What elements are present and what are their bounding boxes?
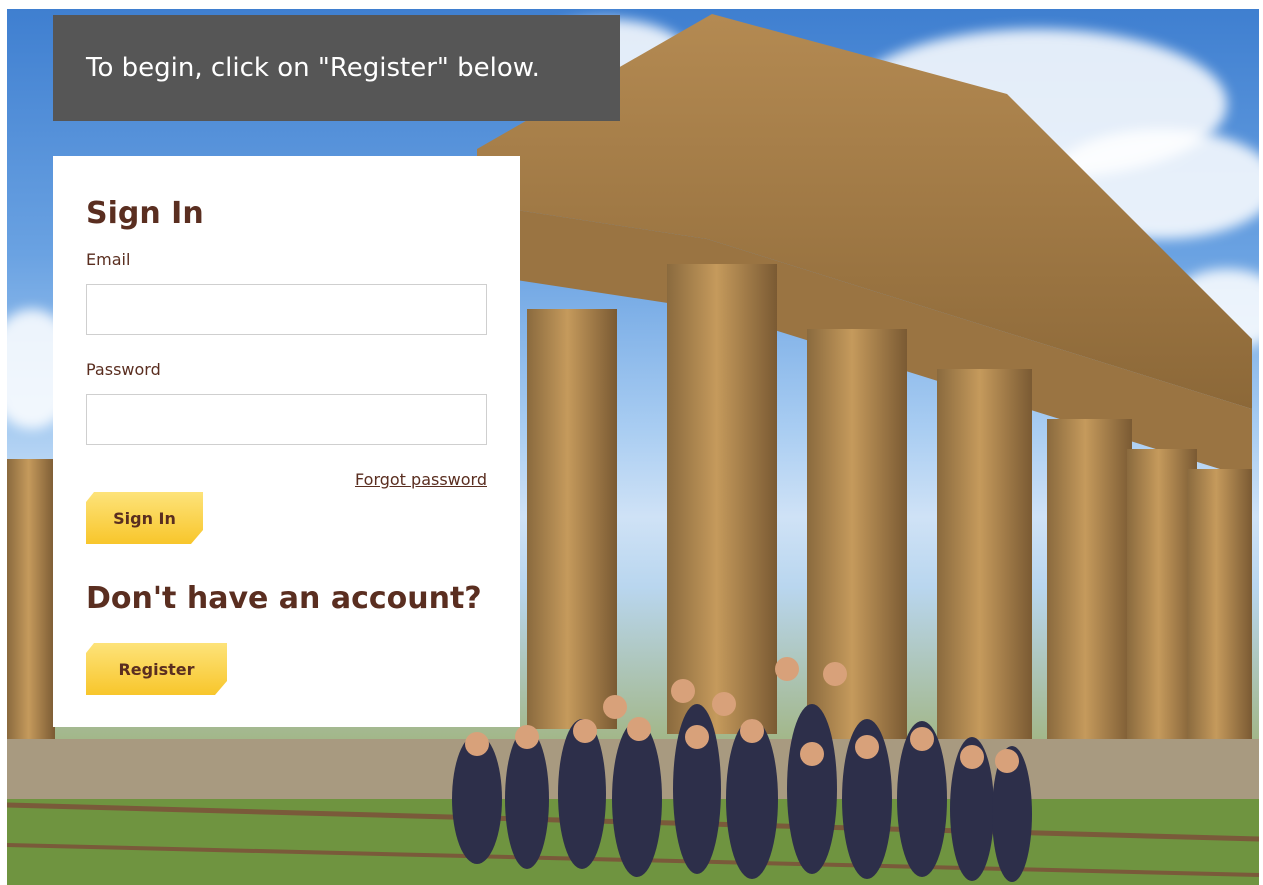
email-field[interactable] xyxy=(86,284,487,335)
forgot-password-link[interactable]: Forgot password xyxy=(355,470,487,489)
sign-in-panel: Sign In Email Password Forgot password S… xyxy=(53,156,520,727)
no-account-heading: Don't have an account? xyxy=(86,581,482,616)
instruction-banner: To begin, click on "Register" below. xyxy=(53,15,620,121)
sign-in-button[interactable]: Sign In xyxy=(86,492,203,544)
email-label: Email xyxy=(86,250,131,269)
password-label: Password xyxy=(86,360,161,379)
password-field[interactable] xyxy=(86,394,487,445)
sign-in-heading: Sign In xyxy=(86,196,204,231)
register-button[interactable]: Register xyxy=(86,643,227,695)
